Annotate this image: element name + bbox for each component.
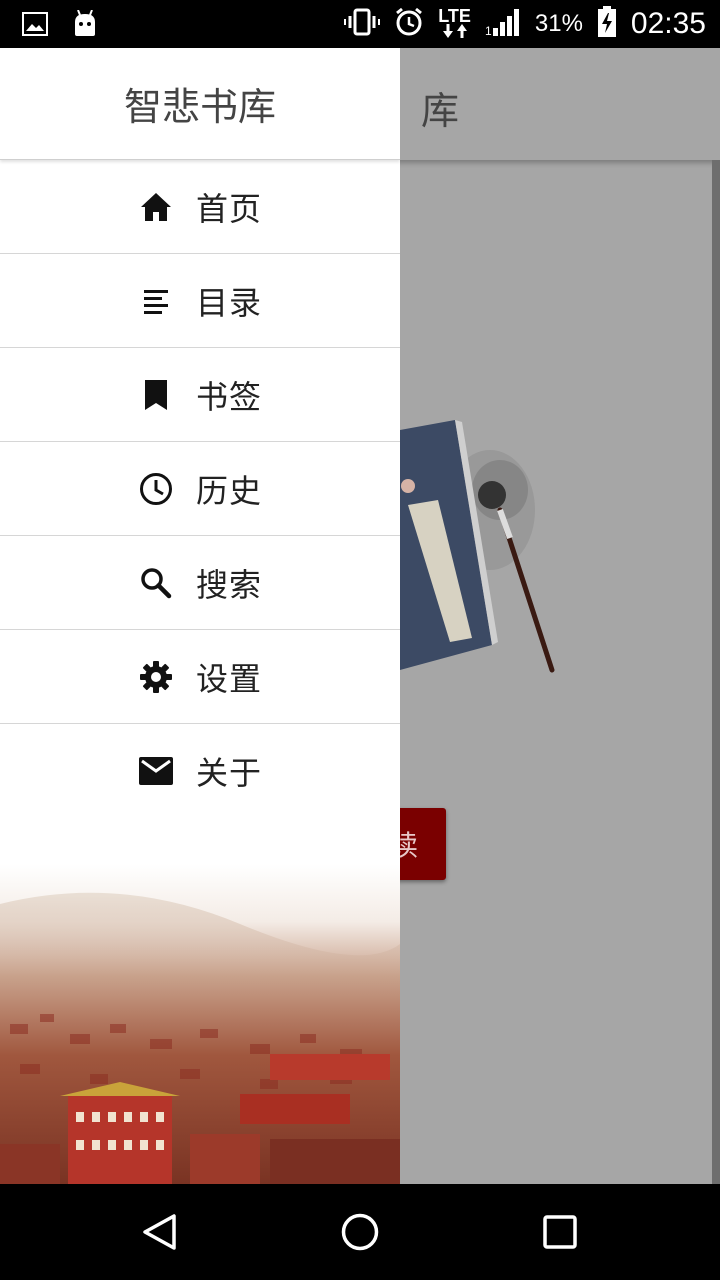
status-bar: LTE 1 31% 02:35 <box>0 0 720 48</box>
drawer-menu: 首页 目录 书签 历史 搜索 设置 关于 <box>0 160 400 818</box>
alarm-icon <box>394 7 424 41</box>
home-icon <box>138 189 174 225</box>
system-navigation-bar <box>0 1184 720 1280</box>
monastery-landscape-image <box>0 864 400 1184</box>
back-icon[interactable] <box>136 1208 184 1256</box>
menu-item-history[interactable]: 历史 <box>0 442 400 536</box>
clock: 02:35 <box>630 7 706 40</box>
menu-label: 搜索 <box>195 565 262 604</box>
menu-label: 首页 <box>195 189 262 228</box>
recents-icon[interactable] <box>536 1208 584 1256</box>
lte-icon: LTE <box>438 6 471 40</box>
image-icon <box>22 12 48 40</box>
svg-text:1: 1 <box>485 24 492 36</box>
menu-label: 关于 <box>195 754 262 792</box>
menu-item-settings[interactable]: 设置 <box>0 630 400 724</box>
menu-item-contents[interactable]: 目录 <box>0 254 400 348</box>
battery-charging-icon <box>597 6 617 42</box>
battery-percent: 31% <box>534 10 583 37</box>
history-clock-icon <box>138 471 174 507</box>
home-circle-icon[interactable] <box>336 1208 384 1256</box>
navigation-drawer: 智悲书库 首页 目录 书签 历史 搜索 设置 关于 <box>0 48 400 1184</box>
menu-item-home[interactable]: 首页 <box>0 160 400 254</box>
search-icon <box>138 565 174 601</box>
signal-icon: 1 <box>485 8 521 40</box>
network-type: LTE <box>438 6 471 26</box>
bookmark-icon <box>138 377 174 413</box>
menu-label: 书签 <box>195 377 262 416</box>
scrollbar[interactable] <box>712 160 720 1184</box>
vibrate-icon <box>344 8 381 40</box>
menu-item-bookmarks[interactable]: 书签 <box>0 348 400 442</box>
mail-icon <box>138 753 174 789</box>
book-illustration <box>400 420 560 690</box>
settings-gear-icon <box>138 659 174 695</box>
menu-item-search[interactable]: 搜索 <box>0 536 400 630</box>
list-icon <box>138 283 174 319</box>
drawer-header: 智悲书库 <box>0 48 400 160</box>
drawer-title: 智悲书库 <box>123 85 276 129</box>
menu-label: 设置 <box>195 659 262 698</box>
android-icon <box>72 9 98 42</box>
menu-label: 目录 <box>195 283 262 322</box>
menu-item-about[interactable]: 关于 <box>0 724 400 818</box>
menu-label: 历史 <box>195 471 262 510</box>
